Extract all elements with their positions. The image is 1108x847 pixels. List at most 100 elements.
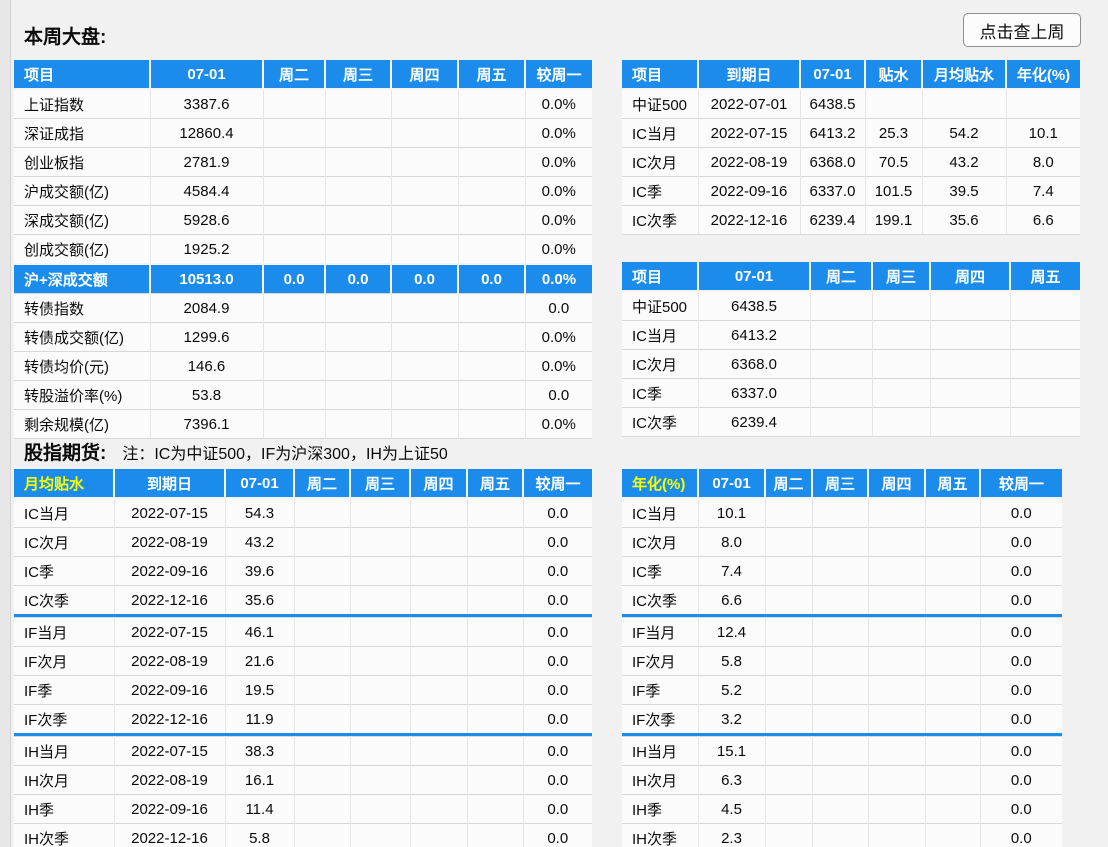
- cell: [263, 409, 326, 439]
- row-label: IF次季: [14, 704, 115, 733]
- cell: [872, 349, 931, 379]
- cell: [868, 585, 926, 614]
- cell: 8.0: [698, 527, 766, 557]
- cell: [765, 556, 813, 586]
- cell: 6337.0: [698, 378, 811, 408]
- cell: 5.2: [698, 675, 766, 705]
- cell: [350, 675, 411, 705]
- page-title: 本周大盘:: [24, 27, 107, 48]
- cell: [765, 497, 813, 528]
- cell: 6438.5: [698, 290, 811, 321]
- cell: 0.0: [525, 293, 592, 323]
- cell: [467, 765, 524, 795]
- cell: [325, 88, 392, 119]
- table-row: 创成交额(亿) 1925.2 0.0%: [14, 234, 592, 264]
- cell: [410, 794, 468, 824]
- row-label: IH当月: [14, 736, 115, 766]
- row-label: 创成交额(亿): [14, 234, 151, 264]
- table-row: IH季 4.5 0.0: [622, 794, 1062, 824]
- table-row: IC次季 2022-12-16 35.6 0.0: [14, 585, 592, 614]
- cell: 38.3: [225, 736, 295, 766]
- header-cell: 周四: [868, 469, 926, 499]
- cell: 0.0: [980, 617, 1062, 647]
- cell: [925, 765, 981, 795]
- cell: 0.0: [980, 556, 1062, 586]
- table-row: IC当月 2022-07-15 6413.2 25.3 54.2 10.1: [622, 118, 1080, 148]
- table-row: IF当月 2022-07-15 46.1 0.0: [14, 617, 592, 647]
- cell: [1010, 378, 1080, 408]
- cell: [812, 704, 869, 733]
- table-row: IC次月 2022-08-19 43.2 0.0: [14, 527, 592, 557]
- table-row: IC次季 2022-12-16 6239.4 199.1 35.6 6.6: [622, 205, 1080, 235]
- cell: [812, 527, 869, 557]
- view-last-week-button[interactable]: 点击查上周: [963, 13, 1081, 47]
- row-label: IH当月: [622, 736, 699, 766]
- cell: [458, 322, 526, 352]
- cell: 54.3: [225, 497, 295, 528]
- header-cell: 周三: [325, 60, 392, 90]
- row-label: IF次月: [622, 646, 699, 676]
- row-label: IC季: [14, 556, 115, 586]
- cell: [325, 351, 392, 381]
- header-row: 月均贴水 到期日 07-01 周二 周三 周四 周五 较周一: [14, 469, 592, 499]
- cell: 0.0: [523, 617, 592, 647]
- row-label: IC次季: [622, 407, 699, 437]
- cell: [350, 585, 411, 614]
- cell: 0.0: [523, 675, 592, 705]
- header-cell: 07-01: [698, 469, 766, 499]
- table-row: IH季 2022-09-16 11.4 0.0: [14, 794, 592, 824]
- header-cell: 贴水: [865, 60, 923, 90]
- cell: [812, 675, 869, 705]
- table-row: IC当月 2022-07-15 54.3 0.0: [14, 497, 592, 528]
- cell: 0.0: [980, 497, 1062, 528]
- row-label: IH次月: [622, 765, 699, 795]
- cell: [391, 176, 459, 206]
- cell: 199.1: [865, 205, 923, 235]
- cell: [263, 351, 326, 381]
- row-label: 转债指数: [14, 293, 151, 323]
- cell: 0.0: [523, 556, 592, 586]
- cell: [410, 556, 468, 586]
- cell: [350, 823, 411, 847]
- cell: 39.5: [922, 176, 1007, 206]
- cell: 146.6: [150, 351, 264, 381]
- cell: 12860.4: [150, 118, 264, 148]
- cell: [294, 527, 351, 557]
- weekly-market-table: 项目 07-01 周二 周三 周四 周五 较周一 上证指数 3387.6 0.0% 深证成指 1286…: [14, 60, 592, 439]
- cell: 1299.6: [150, 322, 264, 352]
- cell: 0.0: [980, 527, 1062, 557]
- table-row: IF当月 12.4 0.0: [622, 617, 1062, 647]
- table-row: 沪成交额(亿) 4584.4 0.0%: [14, 176, 592, 206]
- cell: [263, 205, 326, 235]
- cell: [467, 736, 524, 766]
- cell: [458, 234, 526, 264]
- row-label: IC次月: [14, 527, 115, 557]
- table-row: IF季 5.2 0.0: [622, 675, 1062, 705]
- header-row: 项目 到期日 07-01 贴水 月均贴水 年化(%): [622, 60, 1080, 90]
- cell: [765, 675, 813, 705]
- header-cell: 项目: [14, 60, 151, 90]
- table-row: IC季 7.4 0.0: [622, 556, 1062, 586]
- cell: [391, 409, 459, 439]
- cell: [930, 407, 1011, 437]
- cell: [925, 646, 981, 676]
- cell: 2022-07-15: [698, 118, 801, 148]
- cell: [467, 704, 524, 733]
- table-row: 沪+深成交额 10513.0 0.0 0.0 0.0 0.0 0.0%: [14, 263, 592, 294]
- cell: 0.0: [980, 765, 1062, 795]
- header-cell: 周四: [391, 60, 459, 90]
- cell: [810, 407, 873, 437]
- cell: 8.0: [1006, 147, 1080, 177]
- table-row: IC季 6337.0: [622, 378, 1080, 408]
- row-label: 转债均价(元): [14, 351, 151, 381]
- futures-section-header: 股指期货: 注：IC为中证500，IF为沪深300，IH为上证50: [24, 438, 448, 465]
- cell: [925, 527, 981, 557]
- cell: 0.0: [523, 765, 592, 795]
- cell: [263, 322, 326, 352]
- cell: 2022-12-16: [114, 823, 226, 847]
- cell: 15.1: [698, 736, 766, 766]
- cell: [458, 205, 526, 235]
- cell: [765, 794, 813, 824]
- table-row: IF次季 2022-12-16 11.9 0.0: [14, 704, 592, 733]
- header-cell: 周四: [930, 262, 1011, 292]
